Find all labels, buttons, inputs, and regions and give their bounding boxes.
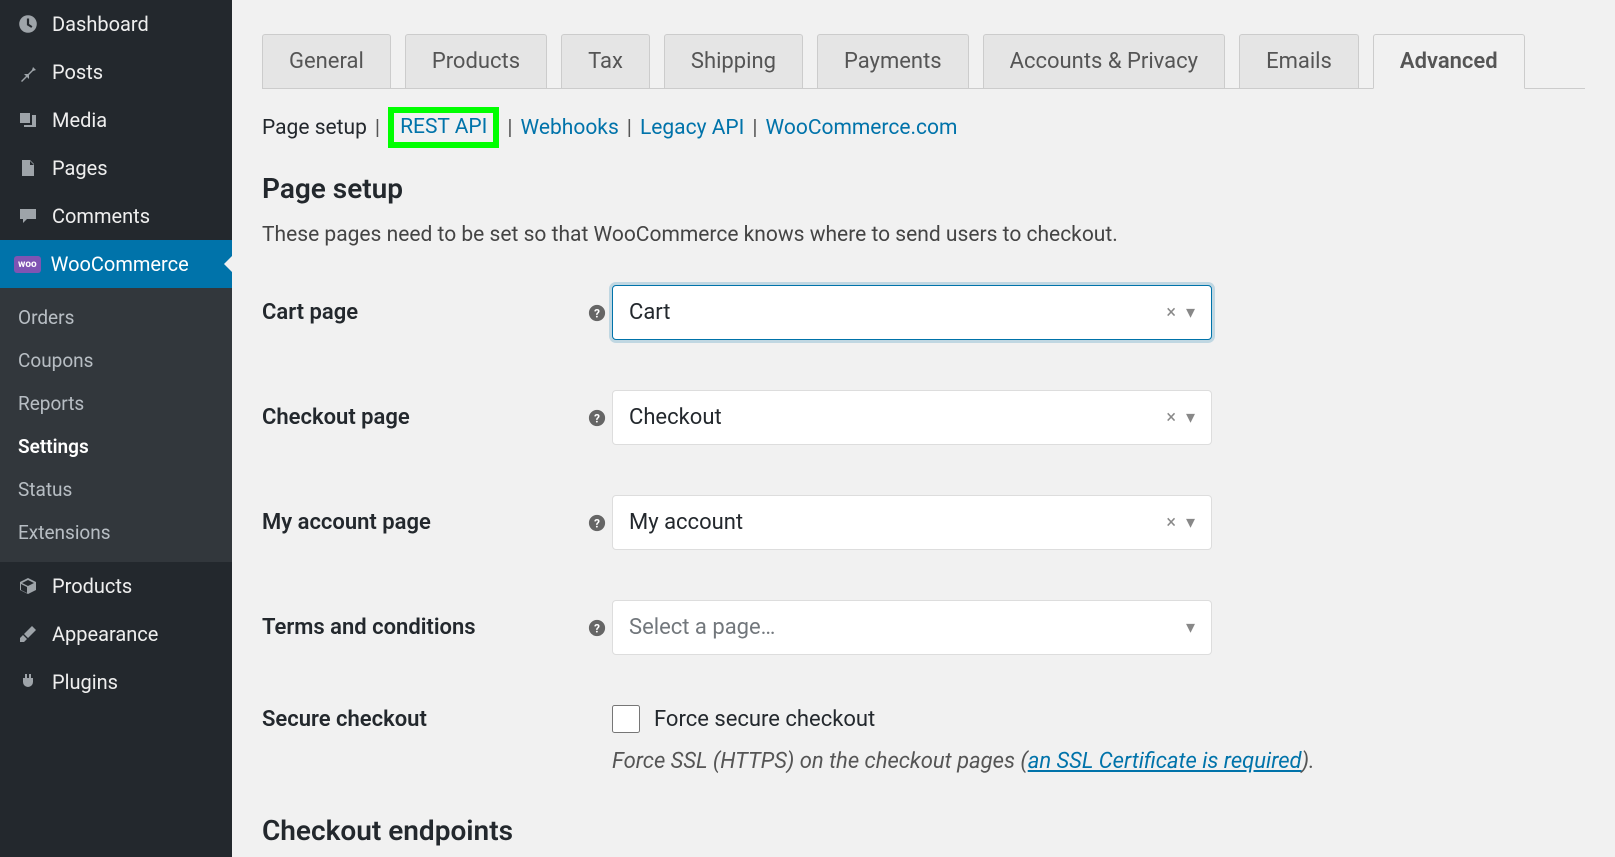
sidebar-item-pages[interactable]: Pages — [0, 144, 232, 192]
sidebar-item-woocommerce[interactable]: woo WooCommerce — [0, 240, 232, 288]
cube-icon — [14, 574, 42, 598]
sidebar-sub-orders[interactable]: Orders — [0, 296, 232, 339]
select-terms-page[interactable]: Select a page… ▾ — [612, 600, 1212, 655]
clear-icon[interactable]: × — [1166, 512, 1176, 533]
ssl-cert-link[interactable]: an SSL Certificate is required — [1028, 749, 1302, 774]
row-terms-page: Terms and conditions ? Select a page… ▾ — [262, 600, 1585, 655]
tab-emails[interactable]: Emails — [1239, 34, 1359, 88]
comment-icon — [14, 204, 42, 228]
sidebar-item-appearance[interactable]: Appearance — [0, 610, 232, 658]
secure-checkout-desc: Force SSL (HTTPS) on the checkout pages … — [612, 749, 1585, 774]
sidebar-item-label: Dashboard — [52, 12, 149, 36]
svg-text:?: ? — [594, 621, 600, 635]
subnav-woocommerce-com[interactable]: WooCommerce.com — [766, 116, 958, 140]
select-cart-page[interactable]: Cart × ▾ — [612, 285, 1212, 340]
sidebar-item-label: Pages — [52, 156, 108, 180]
subnav-rest-api[interactable]: REST API — [400, 115, 487, 139]
label-terms-page: Terms and conditions — [262, 615, 582, 640]
tab-products[interactable]: Products — [405, 34, 547, 88]
settings-tabs: General Products Tax Shipping Payments A… — [262, 34, 1585, 89]
sidebar-item-plugins[interactable]: Plugins — [0, 658, 232, 706]
checkout-endpoints-title: Checkout endpoints — [262, 814, 1585, 847]
sidebar-item-label: Plugins — [52, 670, 118, 694]
help-icon[interactable]: ? — [582, 409, 612, 427]
select-value: My account — [629, 510, 743, 535]
tab-general[interactable]: General — [262, 34, 391, 88]
sidebar-item-posts[interactable]: Posts — [0, 48, 232, 96]
media-icon — [14, 108, 42, 132]
plug-icon — [14, 670, 42, 694]
subnav-webhooks[interactable]: Webhooks — [521, 116, 619, 140]
sidebar-sub-status[interactable]: Status — [0, 468, 232, 511]
sidebar-item-label: Comments — [52, 204, 150, 228]
sidebar-item-label: Appearance — [52, 622, 158, 646]
chevron-down-icon[interactable]: ▾ — [1186, 512, 1195, 533]
svg-text:?: ? — [594, 516, 600, 530]
label-account-page: My account page — [262, 510, 582, 535]
label-checkout-page: Checkout page — [262, 405, 582, 430]
page-setup-desc: These pages need to be set so that WooCo… — [262, 223, 1585, 247]
checkbox-force-secure[interactable] — [612, 705, 640, 733]
label-secure-checkout: Secure checkout — [262, 707, 582, 732]
help-icon[interactable]: ? — [582, 304, 612, 322]
brush-icon — [14, 622, 42, 646]
page-icon — [14, 156, 42, 180]
sidebar-sub-reports[interactable]: Reports — [0, 382, 232, 425]
sidebar-item-comments[interactable]: Comments — [0, 192, 232, 240]
row-cart-page: Cart page ? Cart × ▾ — [262, 285, 1585, 340]
row-account-page: My account page ? My account × ▾ — [262, 495, 1585, 550]
sidebar-item-products[interactable]: Products — [0, 562, 232, 610]
checkbox-label-force-secure: Force secure checkout — [654, 707, 875, 732]
select-checkout-page[interactable]: Checkout × ▾ — [612, 390, 1212, 445]
sidebar-sub-extensions[interactable]: Extensions — [0, 511, 232, 554]
highlight-annotation: REST API — [388, 107, 499, 148]
select-placeholder: Select a page… — [629, 615, 775, 640]
sidebar-item-label: Posts — [52, 60, 103, 84]
sidebar-item-dashboard[interactable]: Dashboard — [0, 0, 232, 48]
svg-text:?: ? — [594, 306, 600, 320]
tab-payments[interactable]: Payments — [817, 34, 969, 88]
dashboard-icon — [14, 12, 42, 36]
subnav-legacy-api[interactable]: Legacy API — [640, 116, 744, 140]
row-secure-checkout: Secure checkout Force secure checkout — [262, 705, 1585, 733]
subnav-page-setup[interactable]: Page setup — [262, 116, 367, 140]
tab-shipping[interactable]: Shipping — [664, 34, 803, 88]
select-value: Cart — [629, 300, 670, 325]
tab-accounts-privacy[interactable]: Accounts & Privacy — [983, 34, 1225, 88]
sidebar-item-label: Products — [52, 574, 132, 598]
admin-sidebar: Dashboard Posts Media Pages Comments woo… — [0, 0, 232, 857]
label-cart-page: Cart page — [262, 300, 582, 325]
page-setup-title: Page setup — [262, 172, 1585, 205]
help-icon[interactable]: ? — [582, 514, 612, 532]
select-account-page[interactable]: My account × ▾ — [612, 495, 1212, 550]
main-content: General Products Tax Shipping Payments A… — [232, 0, 1615, 857]
sidebar-sub-settings[interactable]: Settings — [0, 425, 232, 468]
clear-icon[interactable]: × — [1166, 302, 1176, 323]
select-value: Checkout — [629, 405, 722, 430]
chevron-down-icon[interactable]: ▾ — [1186, 407, 1195, 428]
sidebar-item-media[interactable]: Media — [0, 96, 232, 144]
sidebar-submenu: Orders Coupons Reports Settings Status E… — [0, 288, 232, 562]
advanced-subnav: Page setup | REST API | Webhooks | Legac… — [262, 107, 1585, 148]
tab-advanced[interactable]: Advanced — [1373, 34, 1525, 89]
svg-text:?: ? — [594, 411, 600, 425]
tab-tax[interactable]: Tax — [561, 34, 650, 88]
chevron-down-icon[interactable]: ▾ — [1186, 617, 1195, 638]
woocommerce-icon: woo — [14, 256, 41, 273]
row-checkout-page: Checkout page ? Checkout × ▾ — [262, 390, 1585, 445]
chevron-down-icon[interactable]: ▾ — [1186, 302, 1195, 323]
clear-icon[interactable]: × — [1166, 407, 1176, 428]
sidebar-item-label: WooCommerce — [51, 252, 189, 276]
sidebar-item-label: Media — [52, 108, 107, 132]
pin-icon — [14, 60, 42, 84]
sidebar-sub-coupons[interactable]: Coupons — [0, 339, 232, 382]
help-icon[interactable]: ? — [582, 619, 612, 637]
